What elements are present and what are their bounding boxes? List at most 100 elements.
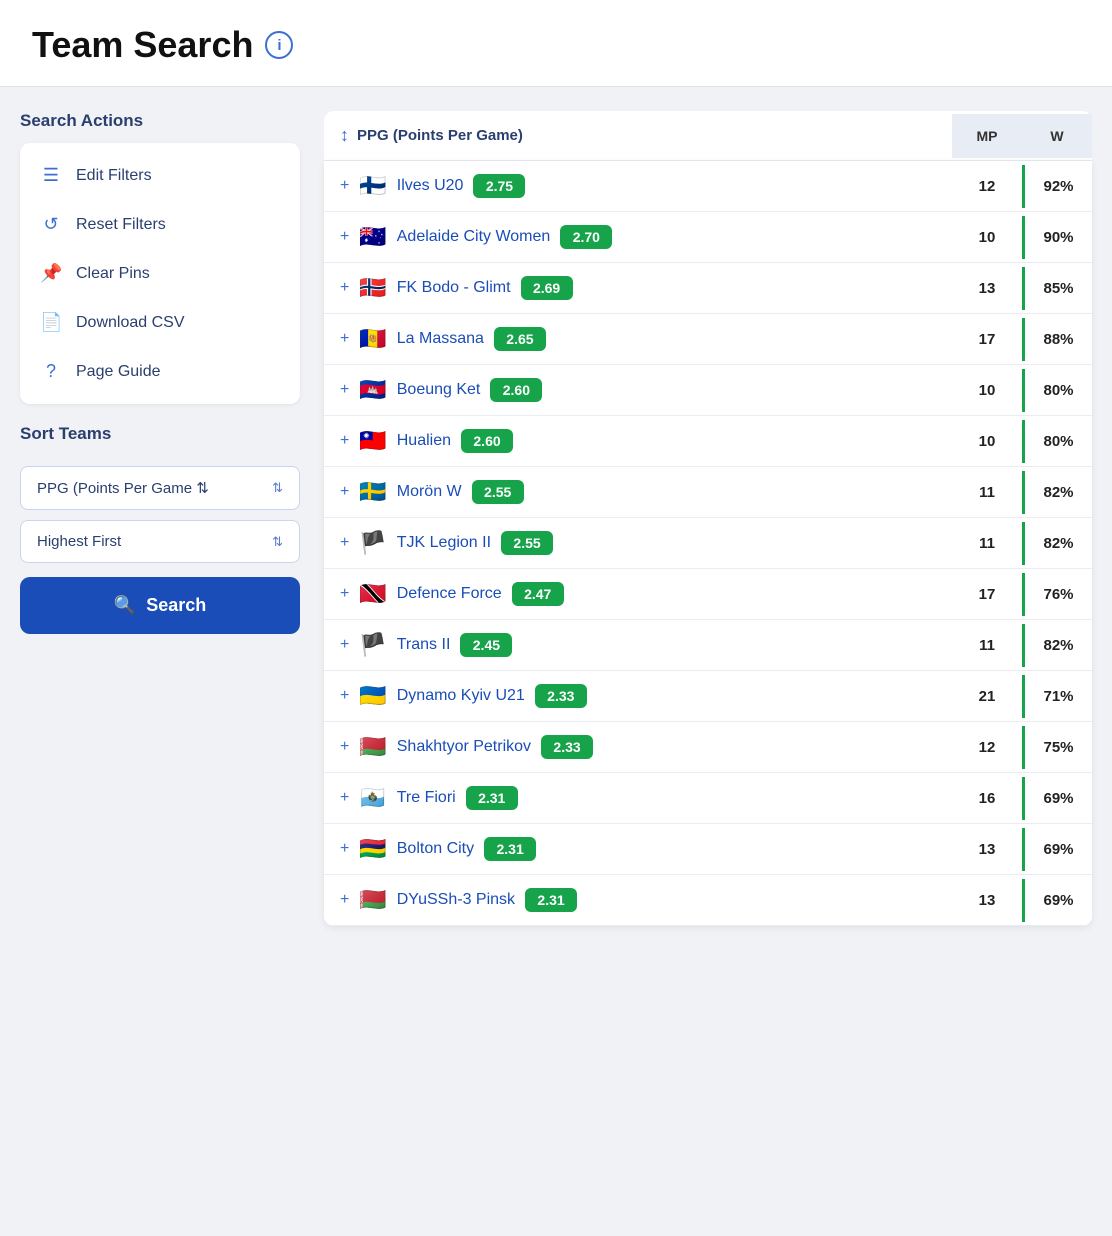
download-csv-button[interactable]: 📄 Download CSV bbox=[20, 298, 300, 347]
reset-filters-button[interactable]: ↺ Reset Filters bbox=[20, 200, 300, 249]
sort-section: Sort Teams PPG (Points Per Game ⇅ ⇅ High… bbox=[20, 424, 300, 634]
sort-order-value: Highest First bbox=[37, 533, 121, 550]
clear-pins-button[interactable]: 📌 Clear Pins bbox=[20, 249, 300, 298]
team-flag: 🇺🇦 bbox=[359, 685, 386, 707]
sort-field-value: PPG (Points Per Game ⇅ bbox=[37, 479, 209, 497]
team-cell: + 🇺🇦 Dynamo Kyiv U21 2.33 bbox=[324, 671, 952, 721]
ppg-badge: 2.75 bbox=[473, 174, 525, 198]
table-row: + 🇹🇼 Hualien 2.60 10 80% bbox=[324, 416, 1092, 467]
edit-filters-button[interactable]: ☰ Edit Filters bbox=[20, 151, 300, 200]
team-cell: + 🇧🇾 DYuSSh-3 Pinsk 2.31 bbox=[324, 875, 952, 925]
team-flag: 🏴 bbox=[359, 532, 386, 554]
team-name-link[interactable]: Bolton City bbox=[397, 840, 474, 858]
pin-toggle-icon[interactable]: + bbox=[340, 636, 349, 654]
sort-field-arrow: ⇅ bbox=[272, 480, 283, 496]
page-guide-label: Page Guide bbox=[76, 363, 161, 381]
team-name-link[interactable]: Ilves U20 bbox=[397, 177, 464, 195]
team-name-link[interactable]: FK Bodo - Glimt bbox=[397, 279, 511, 297]
clear-pins-label: Clear Pins bbox=[76, 265, 150, 283]
sort-section-title: Sort Teams bbox=[20, 424, 300, 444]
table-header: ↕ PPG (Points Per Game) MP W bbox=[324, 111, 1092, 161]
team-name-link[interactable]: Hualien bbox=[397, 432, 451, 450]
w-cell: 82% bbox=[1022, 522, 1092, 565]
mp-cell: 11 bbox=[952, 624, 1022, 667]
w-cell: 80% bbox=[1022, 369, 1092, 412]
mp-cell: 13 bbox=[952, 828, 1022, 871]
team-flag: 🇸🇪 bbox=[359, 481, 386, 503]
team-flag: 🇰🇭 bbox=[359, 379, 386, 401]
w-cell: 90% bbox=[1022, 216, 1092, 259]
w-cell: 69% bbox=[1022, 879, 1092, 922]
pin-toggle-icon[interactable]: + bbox=[340, 177, 349, 195]
ppg-badge: 2.33 bbox=[535, 684, 587, 708]
team-cell: + 🇫🇮 Ilves U20 2.75 bbox=[324, 161, 952, 211]
pin-toggle-icon[interactable]: + bbox=[340, 432, 349, 450]
table-row: + 🇸🇪 Morön W 2.55 11 82% bbox=[324, 467, 1092, 518]
table-row: + 🏴 TJK Legion II 2.55 11 82% bbox=[324, 518, 1092, 569]
team-flag: 🇦🇺 bbox=[359, 226, 386, 248]
pin-toggle-icon[interactable]: + bbox=[340, 483, 349, 501]
pin-toggle-icon[interactable]: + bbox=[340, 228, 349, 246]
reset-filters-label: Reset Filters bbox=[76, 216, 166, 234]
pin-toggle-icon[interactable]: + bbox=[340, 330, 349, 348]
pin-toggle-icon[interactable]: + bbox=[340, 891, 349, 909]
team-name-link[interactable]: Tre Fiori bbox=[397, 789, 456, 807]
pin-toggle-icon[interactable]: + bbox=[340, 381, 349, 399]
team-name-link[interactable]: Morön W bbox=[397, 483, 462, 501]
mp-cell: 16 bbox=[952, 777, 1022, 820]
team-flag: 🇧🇾 bbox=[359, 889, 386, 911]
search-button-label: Search bbox=[146, 595, 206, 616]
table-row: + 🇰🇭 Boeung Ket 2.60 10 80% bbox=[324, 365, 1092, 416]
mp-cell: 13 bbox=[952, 879, 1022, 922]
team-name-link[interactable]: Dynamo Kyiv U21 bbox=[397, 687, 525, 705]
mp-cell: 10 bbox=[952, 216, 1022, 259]
team-name-link[interactable]: Adelaide City Women bbox=[397, 228, 551, 246]
ppg-badge: 2.31 bbox=[484, 837, 536, 861]
pin-toggle-icon[interactable]: + bbox=[340, 534, 349, 552]
sidebar: Search Actions ☰ Edit Filters ↺ Reset Fi… bbox=[20, 111, 300, 926]
sort-field-select[interactable]: PPG (Points Per Game ⇅ ⇅ bbox=[20, 466, 300, 510]
team-name-link[interactable]: TJK Legion II bbox=[397, 534, 491, 552]
w-cell: 75% bbox=[1022, 726, 1092, 769]
table-row: + 🏴 Trans II 2.45 11 82% bbox=[324, 620, 1092, 671]
team-name-link[interactable]: Shakhtyor Petrikov bbox=[397, 738, 531, 756]
search-button[interactable]: 🔍 Search bbox=[20, 577, 300, 634]
results-table: + 🇫🇮 Ilves U20 2.75 12 92% + 🇦🇺 Adelaide… bbox=[324, 161, 1092, 926]
team-flag: 🇸🇲 bbox=[359, 787, 386, 809]
team-name-link[interactable]: DYuSSh-3 Pinsk bbox=[397, 891, 515, 909]
team-name-link[interactable]: Boeung Ket bbox=[397, 381, 481, 399]
page-guide-button[interactable]: ? Page Guide bbox=[20, 347, 300, 396]
pin-toggle-icon[interactable]: + bbox=[340, 840, 349, 858]
table-row: + 🇫🇮 Ilves U20 2.75 12 92% bbox=[324, 161, 1092, 212]
question-icon: ? bbox=[40, 361, 62, 382]
col-mp-header: MP bbox=[952, 114, 1022, 158]
mp-cell: 10 bbox=[952, 369, 1022, 412]
team-name-link[interactable]: Defence Force bbox=[397, 585, 502, 603]
team-flag: 🏴 bbox=[359, 634, 386, 656]
table-row: + 🇧🇾 DYuSSh-3 Pinsk 2.31 13 69% bbox=[324, 875, 1092, 926]
table-row: + 🇦🇺 Adelaide City Women 2.70 10 90% bbox=[324, 212, 1092, 263]
ppg-badge: 2.45 bbox=[460, 633, 512, 657]
mp-cell: 11 bbox=[952, 471, 1022, 514]
search-actions-title: Search Actions bbox=[20, 111, 300, 131]
pin-toggle-icon[interactable]: + bbox=[340, 687, 349, 705]
team-name-link[interactable]: La Massana bbox=[397, 330, 484, 348]
col-w-header: W bbox=[1022, 114, 1092, 158]
sort-indicator-icon: ↕ bbox=[340, 125, 349, 146]
filter-icon: ☰ bbox=[40, 165, 62, 186]
team-flag: 🇲🇺 bbox=[359, 838, 386, 860]
ppg-badge: 2.65 bbox=[494, 327, 546, 351]
w-cell: 88% bbox=[1022, 318, 1092, 361]
team-name-link[interactable]: Trans II bbox=[397, 636, 451, 654]
pin-toggle-icon[interactable]: + bbox=[340, 789, 349, 807]
mp-cell: 17 bbox=[952, 318, 1022, 361]
pin-toggle-icon[interactable]: + bbox=[340, 585, 349, 603]
info-icon[interactable]: i bbox=[265, 31, 293, 59]
ppg-badge: 2.70 bbox=[560, 225, 612, 249]
pin-toggle-icon[interactable]: + bbox=[340, 279, 349, 297]
sort-order-select[interactable]: Highest First ⇅ bbox=[20, 520, 300, 563]
pin-toggle-icon[interactable]: + bbox=[340, 738, 349, 756]
table-row: + 🇹🇹 Defence Force 2.47 17 76% bbox=[324, 569, 1092, 620]
team-cell: + 🏴 TJK Legion II 2.55 bbox=[324, 518, 952, 568]
w-cell: 85% bbox=[1022, 267, 1092, 310]
